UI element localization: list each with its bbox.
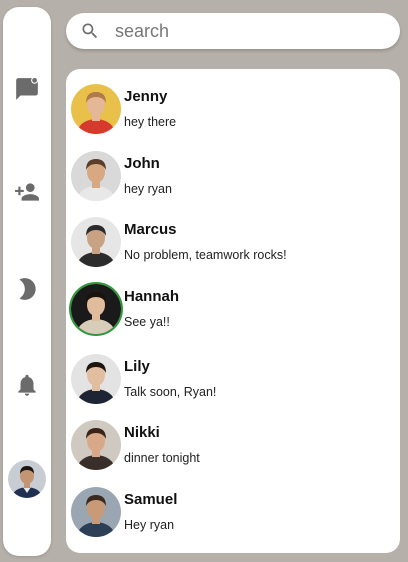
last-message: Hey ryan: [124, 518, 175, 532]
contact-name: Samuel: [124, 491, 178, 508]
chat-icon[interactable]: [13, 75, 41, 103]
contact-list: Jenny hey there John hey ryan Marcus No …: [66, 69, 400, 553]
contact-name: Lily: [124, 358, 150, 375]
contact-name: Nikki: [124, 424, 160, 441]
contact-nikki[interactable]: Nikki dinner tonight: [66, 420, 400, 478]
last-message: hey ryan: [124, 182, 172, 196]
search-icon: [79, 20, 101, 42]
last-message: Talk soon, Ryan!: [124, 385, 217, 399]
contact-name: Jenny: [124, 88, 168, 105]
avatar: [71, 84, 121, 134]
add-contact-icon[interactable]: [13, 178, 41, 206]
sidebar: [3, 7, 51, 556]
avatar: [71, 284, 121, 334]
profile-avatar[interactable]: [8, 460, 46, 498]
contact-marcus[interactable]: Marcus No problem, teamwork rocks!: [66, 217, 400, 275]
avatar: [71, 354, 121, 404]
contact-name: Hannah: [124, 288, 180, 305]
dark-mode-icon[interactable]: [13, 275, 41, 303]
contact-jenny[interactable]: Jenny hey there: [66, 84, 400, 142]
contact-hannah[interactable]: Hannah See ya!!: [66, 284, 400, 342]
last-message: dinner tonight: [124, 451, 200, 465]
last-message: hey there: [124, 115, 177, 129]
contact-john[interactable]: John hey ryan: [66, 151, 400, 209]
search-bar: [66, 13, 400, 49]
avatar: [71, 420, 121, 470]
avatar: [71, 151, 121, 201]
avatar: [71, 217, 121, 267]
last-message: No problem, teamwork rocks!: [124, 248, 287, 262]
contact-lily[interactable]: Lily Talk soon, Ryan!: [66, 354, 400, 412]
contact-samuel[interactable]: Samuel Hey ryan: [66, 487, 400, 545]
last-message: See ya!!: [124, 315, 170, 329]
search-input[interactable]: [115, 20, 375, 42]
contact-name: Marcus: [124, 221, 177, 238]
avatar: [71, 487, 121, 537]
notifications-icon[interactable]: [13, 371, 41, 399]
contact-name: John: [124, 155, 160, 172]
